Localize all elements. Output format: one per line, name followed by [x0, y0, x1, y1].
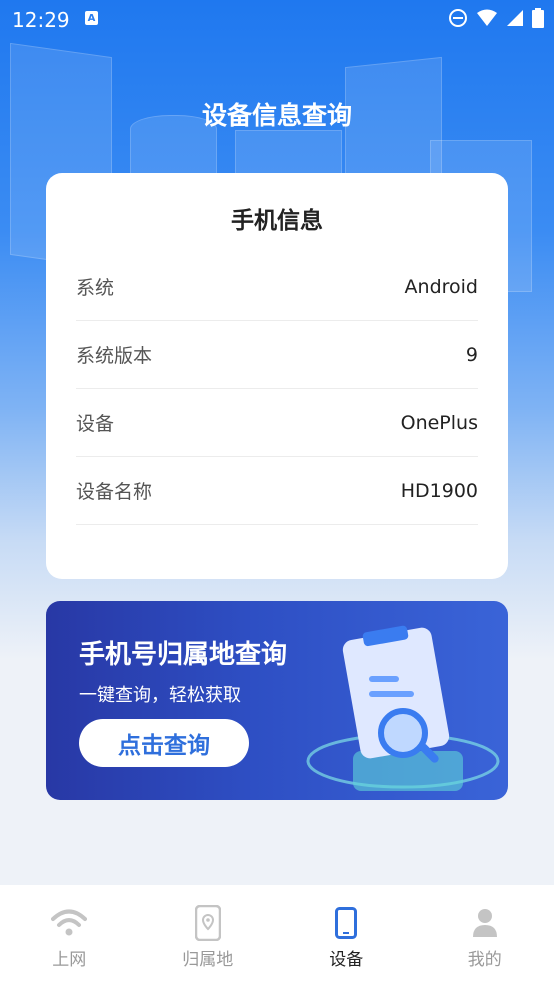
page-title: 设备信息查询 [201, 101, 352, 130]
tab-internet[interactable]: 上网 [0, 885, 139, 984]
status-time: 12:29 [12, 8, 70, 32]
location-phone-icon [190, 905, 226, 941]
info-list: 系统 Android 系统版本 9 设备 OnePlus 设备名称 HD1900 [76, 253, 478, 525]
tab-location[interactable]: 归属地 [139, 885, 278, 984]
status-icons [448, 8, 544, 28]
bottom-tab-bar: 上网 归属地 设备 我的 [0, 885, 554, 984]
phone-info-card: 手机信息 系统 Android 系统版本 9 设备 OnePlus 设备名称 H… [46, 173, 508, 579]
info-row-device: 设备 OnePlus [76, 389, 478, 457]
info-label: 设备名称 [76, 481, 153, 503]
info-row-system: 系统 Android [76, 253, 478, 321]
info-row-device-name: 设备名称 HD1900 [76, 457, 478, 525]
tab-label: 我的 [467, 950, 502, 970]
banner-subtitle: 一键查询，轻松获取 [79, 685, 241, 706]
info-value: HD1900 [400, 479, 478, 502]
number-lookup-banner[interactable]: 手机号归属地查询 一键查询，轻松获取 点击查询 [46, 601, 508, 800]
tab-label: 归属地 [182, 950, 234, 970]
tab-label: 设备 [329, 950, 364, 970]
info-label: 系统 [76, 277, 115, 299]
info-value: Android [404, 275, 478, 298]
battery-icon [532, 8, 544, 28]
info-value: OnePlus [400, 411, 478, 434]
info-label: 设备 [76, 413, 115, 435]
card-title: 手机信息 [231, 208, 323, 234]
wifi-signal-icon [477, 9, 497, 26]
info-row-system-version: 系统版本 9 [76, 321, 478, 389]
document-search-illustration-icon [306, 625, 500, 791]
wifi-icon [51, 905, 88, 941]
do-not-disturb-icon [449, 9, 467, 27]
notification-badge-icon: A [85, 11, 98, 25]
cell-signal-icon [507, 10, 523, 26]
info-value: 9 [465, 343, 478, 366]
tab-device[interactable]: 设备 [277, 885, 416, 984]
person-icon [467, 905, 503, 941]
tab-label: 上网 [52, 950, 87, 970]
phone-icon [328, 905, 364, 941]
info-label: 系统版本 [76, 345, 153, 367]
tab-profile[interactable]: 我的 [416, 885, 554, 984]
query-button[interactable]: 点击查询 [79, 719, 249, 767]
status-bar: 12:29 A [0, 0, 554, 38]
banner-title: 手机号归属地查询 [79, 640, 288, 670]
